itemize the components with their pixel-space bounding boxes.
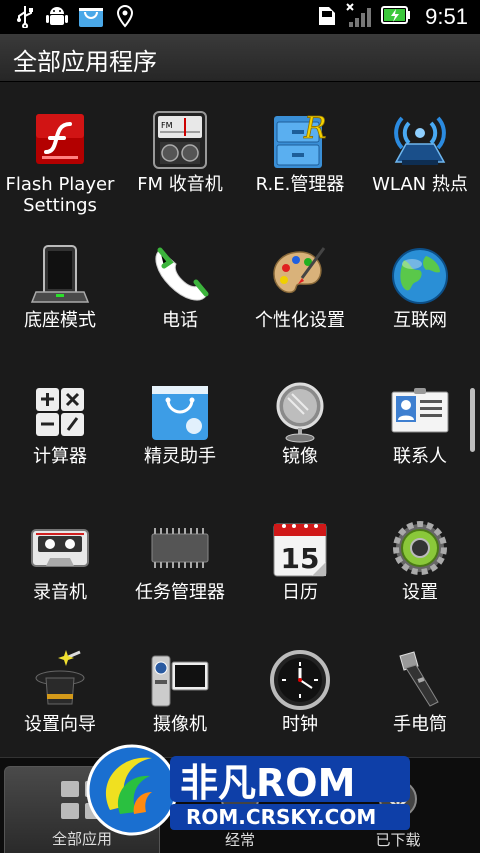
app-label: 时钟 [282,714,318,735]
app-label: 摄像机 [153,714,207,735]
android-debug-icon [46,4,68,28]
app-label: 镜像 [282,446,318,467]
app-clock[interactable]: 时钟 [240,648,360,735]
app-re-file-manager[interactable]: R R.E.管理器 [240,108,360,195]
scroll-thumb[interactable] [470,388,475,452]
calendar-day-number: 15 [281,542,320,575]
app-calculator[interactable]: 计算器 [0,380,120,467]
app-label: 计算器 [33,446,87,467]
market-bag-icon [78,4,104,28]
app-label: 任务管理器 [135,582,225,603]
status-bar: 9:51 [0,0,480,34]
camcorder-icon [148,648,212,712]
app-label: Flash Player Settings [5,174,115,216]
app-wlan-hotspot[interactable]: WLAN 热点 [360,108,480,195]
calendar-icon: 15 [268,516,332,580]
shopping-bag-icon [148,380,212,444]
app-label: 底座模式 [24,310,96,331]
app-flash-player-settings[interactable]: Flash Player Settings [0,108,120,216]
app-dock-mode[interactable]: 底座模式 [0,244,120,331]
watermark-url: ROM.CRSKY.COM [186,805,376,829]
clock-time: 9:51 [425,4,468,29]
task-manager-chip-icon [148,516,212,580]
svg-text:FM: FM [161,121,173,130]
calculator-icon [28,380,92,444]
app-fm-radio[interactable]: FM FM 收音机 [120,108,240,195]
sd-card-icon [317,3,337,31]
mirror-icon [268,380,332,444]
app-label: 互联网 [393,310,447,331]
app-label: 手电筒 [393,714,447,735]
app-label: 个性化设置 [255,310,345,331]
contacts-icon [388,380,452,444]
app-jingling-assistant[interactable]: 精灵助手 [120,380,240,467]
globe-icon [388,244,452,308]
app-label: 电话 [162,310,198,331]
app-label: 精灵助手 [144,446,216,467]
app-phone[interactable]: 电话 [120,244,240,331]
app-task-manager[interactable]: 任务管理器 [120,516,240,603]
page-title: 全部应用程序 [13,48,157,76]
signal-icon [345,2,373,32]
app-camcorder[interactable]: 摄像机 [120,648,240,735]
app-internet[interactable]: 互联网 [360,244,480,331]
clock-icon [268,648,332,712]
fm-radio-icon: FM [148,108,212,172]
location-icon [114,4,136,28]
watermark-logo: 非凡ROM ROM.CRSKY.COM [80,740,420,840]
app-label: R.E.管理器 [255,174,345,195]
app-personalize[interactable]: 个性化设置 [240,244,360,331]
app-settings[interactable]: 设置 [360,516,480,603]
wifi-hotspot-icon [388,108,452,172]
app-mirror[interactable]: 镜像 [240,380,360,467]
app-label: 日历 [282,582,318,603]
cassette-icon [28,516,92,580]
app-contacts[interactable]: 联系人 [360,380,480,467]
app-label: 录音机 [33,582,87,603]
app-setup-wizard[interactable]: 设置向导 [0,648,120,735]
svg-text:R: R [303,111,327,146]
app-grid: Flash Player Settings FM FM 收音机 R R.E.管理… [0,82,480,757]
file-manager-icon: R [268,108,332,172]
dock-mode-icon [28,244,92,308]
battery-charging-icon [381,5,411,29]
app-label: 设置向导 [24,714,96,735]
app-recorder[interactable]: 录音机 [0,516,120,603]
flashlight-icon [388,648,452,712]
watermark-brand: 非凡ROM [180,761,355,805]
usb-icon [14,4,36,29]
settings-gear-icon [388,516,452,580]
app-label: FM 收音机 [137,174,223,195]
title-bar: 全部应用程序 [0,34,480,82]
phone-icon [148,244,212,308]
palette-icon [268,244,332,308]
app-flashlight[interactable]: 手电筒 [360,648,480,735]
app-label: 设置 [402,582,438,603]
app-label: WLAN 热点 [372,174,468,195]
flash-player-icon [28,108,92,172]
app-label: 联系人 [393,446,447,467]
magic-hat-icon [28,648,92,712]
app-calendar[interactable]: 15 日历 [240,516,360,603]
